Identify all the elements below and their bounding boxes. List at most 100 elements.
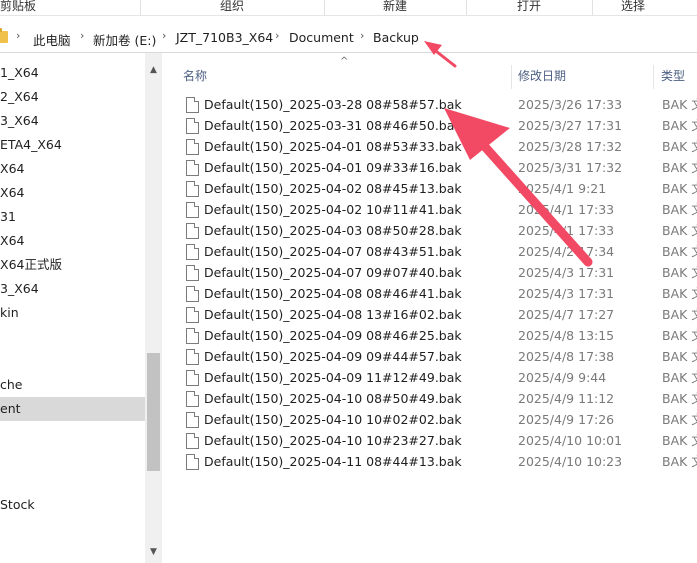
nav-item[interactable]: che: [0, 373, 145, 397]
column-header-type[interactable]: 类型: [661, 67, 685, 84]
chevron-right-icon[interactable]: ›: [360, 29, 364, 42]
nav-item[interactable]: kin: [0, 301, 145, 325]
file-row[interactable]: Default(150)_2025-04-10 10#23#27.bak 2025…: [162, 430, 697, 451]
file-type: BAK 文: [662, 370, 697, 385]
file-row[interactable]: Default(150)_2025-04-09 11#12#49.bak 2025…: [162, 367, 697, 388]
nav-item-label: X64: [0, 161, 25, 176]
breadcrumb-jzt-folder[interactable]: JZT_710B3_X64: [176, 30, 273, 45]
nav-item[interactable]: [0, 325, 145, 349]
file-row[interactable]: Default(150)_2025-04-09 09#44#57.bak 2025…: [162, 346, 697, 367]
file-date-modified: 2025/4/3 17:31: [518, 286, 615, 301]
nav-item[interactable]: ETA4_X64: [0, 133, 145, 157]
file-row[interactable]: Default(150)_2025-04-09 08#46#25.bak 2025…: [162, 325, 697, 346]
file-icon: [186, 433, 199, 449]
file-name: Default(150)_2025-04-08 08#46#41.bak: [204, 286, 462, 301]
file-type: BAK 文: [662, 433, 697, 448]
file-row[interactable]: Default(150)_2025-04-02 08#45#13.bak 2025…: [162, 178, 697, 199]
nav-item[interactable]: [0, 445, 145, 469]
nav-item-label: ETA4_X64: [0, 137, 62, 152]
file-row[interactable]: Default(150)_2025-04-07 09#07#40.bak 2025…: [162, 262, 697, 283]
address-bar[interactable]: › 此电脑 › 新加卷 (E:) › JZT_710B3_X64 › Docum…: [0, 22, 697, 53]
file-row[interactable]: Default(150)_2025-03-31 08#46#50.bak 2025…: [162, 115, 697, 136]
file-name: Default(150)_2025-04-01 09#33#16.bak: [204, 160, 462, 175]
column-header-name[interactable]: 名称: [183, 67, 207, 84]
nav-item[interactable]: 1_X64: [0, 61, 145, 85]
file-row[interactable]: Default(150)_2025-04-01 09#33#16.bak 2025…: [162, 157, 697, 178]
file-name: Default(150)_2025-03-31 08#46#50.bak: [204, 118, 462, 133]
nav-item[interactable]: [0, 421, 145, 445]
nav-item-label: 31: [0, 209, 16, 224]
file-date-modified: 2025/4/2 17:34: [518, 244, 615, 259]
nav-item[interactable]: 3_X64: [0, 109, 145, 133]
file-row[interactable]: Default(150)_2025-04-08 08#46#41.bak 2025…: [162, 283, 697, 304]
file-row[interactable]: Default(150)_2025-04-07 08#43#51.bak 2025…: [162, 241, 697, 262]
chevron-right-icon[interactable]: ›: [80, 29, 84, 42]
nav-item[interactable]: [0, 349, 145, 373]
file-row[interactable]: Default(150)_2025-03-28 08#58#57.bak 2025…: [162, 94, 697, 115]
file-date-modified: 2025/4/9 9:44: [518, 370, 607, 385]
ribbon-group-open: 打开: [466, 0, 593, 15]
file-row[interactable]: Default(150)_2025-04-10 08#50#49.bak 2025…: [162, 388, 697, 409]
nav-item-label: X64: [0, 185, 25, 200]
file-type: BAK 文: [662, 307, 697, 322]
nav-item[interactable]: [0, 469, 145, 493]
ribbon-group-label: 组织: [219, 0, 244, 13]
nav-item[interactable]: 2_X64: [0, 85, 145, 109]
file-name: Default(150)_2025-04-09 08#46#25.bak: [204, 328, 462, 343]
column-divider[interactable]: [511, 65, 512, 89]
file-type: BAK 文: [662, 265, 697, 280]
breadcrumb-backup[interactable]: Backup: [373, 30, 419, 45]
file-icon: [186, 160, 199, 176]
nav-item[interactable]: X64: [0, 157, 145, 181]
file-icon: [186, 223, 199, 239]
nav-item[interactable]: [0, 517, 145, 541]
ribbon-group-label: 剪贴板: [0, 0, 37, 13]
chevron-right-icon[interactable]: ›: [162, 29, 166, 42]
nav-item-label: che: [0, 377, 23, 392]
file-icon: [186, 202, 199, 218]
file-type: BAK 文: [662, 139, 697, 154]
ribbon-group-label: 新建: [382, 0, 407, 13]
file-icon: [186, 391, 199, 407]
file-list[interactable]: ^ 名称 修改日期 类型 Default(150)_2025-03-28 08#…: [162, 53, 697, 563]
file-date-modified: 2025/4/10 10:01: [518, 433, 623, 448]
column-header-date-modified[interactable]: 修改日期: [518, 67, 566, 84]
nav-item-label: 3_X64: [0, 113, 39, 128]
nav-item-label: X64正式版: [0, 257, 62, 272]
file-row[interactable]: Default(150)_2025-04-01 08#53#33.bak 2025…: [162, 136, 697, 157]
ribbon-group-label: 选择: [620, 0, 645, 13]
scrollbar-thumb[interactable]: [147, 353, 160, 471]
file-row[interactable]: Default(150)_2025-04-03 08#50#28.bak 2025…: [162, 220, 697, 241]
nav-item[interactable]: X64正式版: [0, 253, 145, 277]
column-divider[interactable]: [653, 65, 654, 89]
nav-item[interactable]: Stock: [0, 493, 145, 517]
chevron-right-icon[interactable]: ›: [275, 29, 279, 42]
breadcrumb-document[interactable]: Document: [289, 30, 354, 45]
scroll-up-arrow-icon[interactable]: ▲: [148, 65, 159, 76]
chevron-right-icon[interactable]: ›: [16, 29, 20, 42]
file-name: Default(150)_2025-04-02 08#45#13.bak: [204, 181, 462, 196]
file-date-modified: 2025/3/26 17:33: [518, 97, 623, 112]
sort-chevron-up-icon: ^: [340, 56, 349, 67]
file-icon: [186, 265, 199, 281]
nav-item[interactable]: ent: [0, 397, 145, 421]
nav-item[interactable]: 31: [0, 205, 145, 229]
breadcrumb-this-pc[interactable]: 此电脑: [33, 30, 71, 49]
file-row[interactable]: Default(150)_2025-04-02 10#11#41.bak 2025…: [162, 199, 697, 220]
scroll-down-arrow-icon[interactable]: ▼: [148, 547, 159, 558]
file-icon: [186, 139, 199, 155]
nav-item[interactable]: 3_X64: [0, 277, 145, 301]
navigation-pane-scrollbar[interactable]: ▲ ▼: [145, 53, 162, 563]
file-icon: [186, 454, 199, 470]
file-row[interactable]: Default(150)_2025-04-10 10#02#02.bak 2025…: [162, 409, 697, 430]
breadcrumb-drive-e[interactable]: 新加卷 (E:): [93, 30, 156, 49]
ribbon-group-organize: 组织: [140, 0, 325, 15]
file-name: Default(150)_2025-04-10 08#50#49.bak: [204, 391, 462, 406]
file-row[interactable]: Default(150)_2025-04-08 13#16#02.bak 2025…: [162, 304, 697, 325]
nav-item[interactable]: [0, 541, 145, 563]
nav-item[interactable]: X64: [0, 229, 145, 253]
file-row[interactable]: Default(150)_2025-04-11 08#44#13.bak 2025…: [162, 451, 697, 472]
nav-item[interactable]: X64: [0, 181, 145, 205]
navigation-pane[interactable]: 1_X64 2_X64 3_X64 ETA4_X64 X64 X64 31 X64 X64正式版…: [0, 53, 145, 563]
file-name: Default(150)_2025-04-08 13#16#02.bak: [204, 307, 462, 322]
